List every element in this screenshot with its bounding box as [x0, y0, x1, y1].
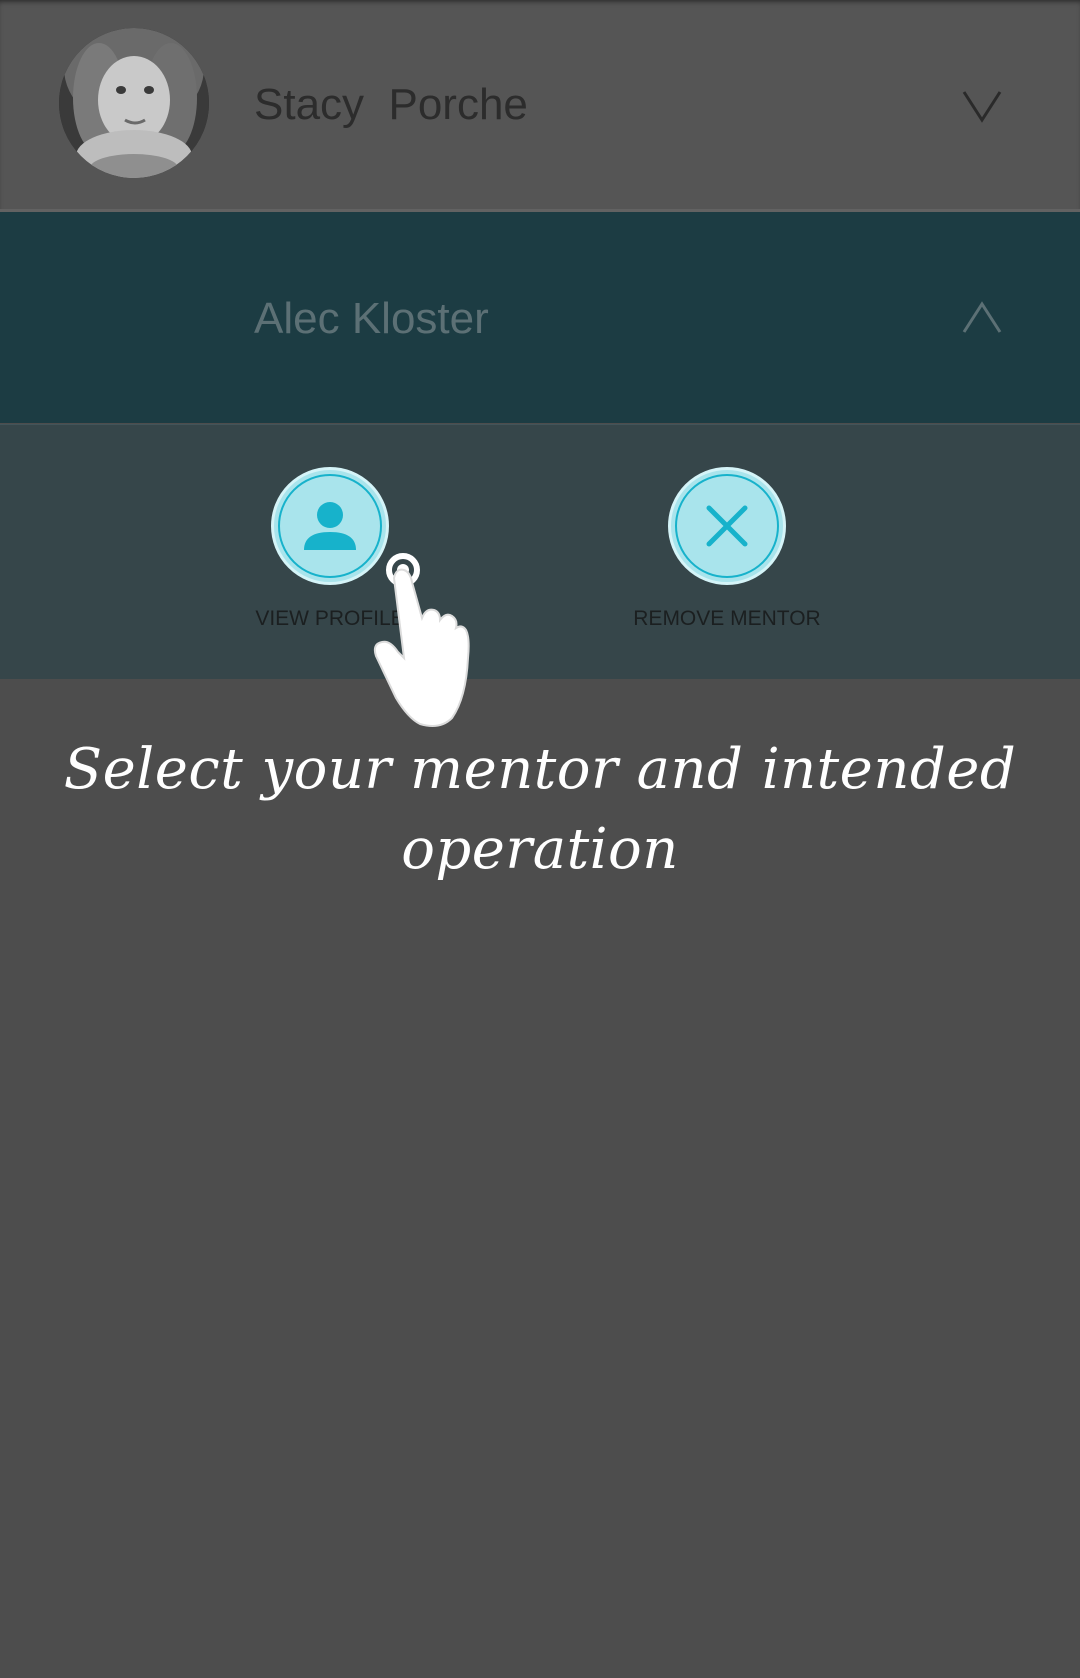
remove-mentor-label: REMOVE MENTOR — [633, 607, 821, 630]
mentor-actions-panel — [0, 424, 1080, 679]
mentor-row-stacy[interactable]: Stacy Porche — [0, 0, 1080, 210]
close-icon — [706, 505, 748, 547]
tutorial-tip-text: Select your mentor and intended operatio… — [63, 737, 1017, 882]
mentor-name: Alec Kloster — [254, 294, 489, 343]
mentor-row-alec[interactable] — [0, 212, 1080, 423]
avatar-photo — [59, 28, 209, 178]
remove-mentor-button[interactable] — [668, 467, 786, 585]
tap-hand-icon — [370, 548, 500, 728]
chevron-down-icon[interactable] — [962, 88, 1002, 124]
chevron-up-icon[interactable] — [962, 300, 1002, 336]
mentor-list-screen: Stacy Porche Alec Kloster VIEW PROFILE R… — [0, 0, 1080, 1678]
mentor-name: Stacy Porche — [254, 80, 528, 129]
mentor-avatar — [59, 28, 209, 178]
